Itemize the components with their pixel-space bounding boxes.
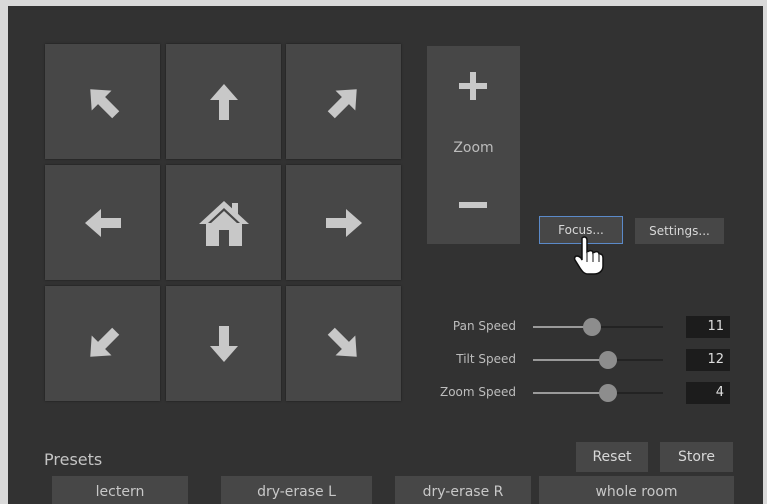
home-icon	[198, 200, 249, 246]
tilt-speed-label: Tilt Speed	[456, 352, 516, 366]
pan-speed-value[interactable]: 11	[686, 316, 730, 338]
tilt-speed-row: Tilt Speed 12	[408, 349, 730, 371]
zoom-out-button[interactable]	[457, 196, 489, 215]
pan-speed-row: Pan Speed 11	[408, 316, 730, 338]
zoom-speed-row: Zoom Speed 4	[408, 382, 730, 404]
store-button[interactable]: Store	[660, 442, 733, 472]
zoom-speed-label: Zoom Speed	[439, 385, 516, 399]
arrow-down-icon	[209, 325, 238, 362]
zoom-speed-fill	[533, 392, 609, 394]
pan-tilt-up-left-button[interactable]	[45, 44, 160, 159]
zoom-in-button[interactable]	[457, 70, 489, 106]
arrow-down-left-icon	[89, 327, 119, 357]
zoom-speed-thumb[interactable]	[599, 384, 618, 402]
tilt-speed-slider[interactable]	[533, 351, 663, 369]
pan-tilt-down-right-button[interactable]	[286, 286, 401, 401]
tilt-speed-thumb[interactable]	[599, 351, 618, 369]
pan-speed-label: Pan Speed	[452, 319, 516, 333]
pan-speed-slider[interactable]	[533, 318, 663, 336]
pan-tilt-up-button[interactable]	[166, 44, 281, 159]
arrow-up-left-icon	[89, 88, 119, 118]
zoom-label: Zoom	[453, 140, 494, 156]
home-button[interactable]	[166, 165, 281, 280]
arrow-down-right-icon	[327, 327, 357, 357]
preset-lectern[interactable]: lectern	[52, 476, 188, 504]
settings-button[interactable]: Settings...	[635, 218, 724, 244]
pan-speed-thumb[interactable]	[582, 318, 601, 336]
presets-title: Presets	[44, 450, 103, 469]
arrow-left-icon	[84, 208, 121, 237]
zoom-speed-slider[interactable]	[533, 384, 663, 402]
zoom-control: Zoom	[427, 46, 520, 244]
camera-control-panel: Zoom Focus... Settings... Pan Speed 11 T…	[8, 6, 763, 504]
pan-right-button[interactable]	[286, 165, 401, 280]
pan-left-button[interactable]	[45, 165, 160, 280]
pan-tilt-down-button[interactable]	[166, 286, 281, 401]
zoom-speed-value[interactable]: 4	[686, 382, 730, 404]
pan-tilt-up-right-button[interactable]	[286, 44, 401, 159]
tilt-speed-value[interactable]: 12	[686, 349, 730, 371]
preset-whole-room[interactable]: whole room	[539, 476, 734, 504]
plus-icon	[459, 72, 487, 100]
pan-tilt-down-left-button[interactable]	[45, 286, 160, 401]
hand-cursor-icon	[573, 236, 604, 275]
arrow-right-icon	[325, 208, 362, 237]
reset-button[interactable]: Reset	[576, 442, 648, 472]
preset-dry-erase-l[interactable]: dry-erase L	[221, 476, 372, 504]
minus-icon	[459, 202, 487, 208]
arrow-up-right-icon	[327, 88, 357, 118]
arrow-up-icon	[209, 83, 238, 120]
preset-dry-erase-r[interactable]: dry-erase R	[395, 476, 531, 504]
tilt-speed-fill	[533, 359, 609, 361]
